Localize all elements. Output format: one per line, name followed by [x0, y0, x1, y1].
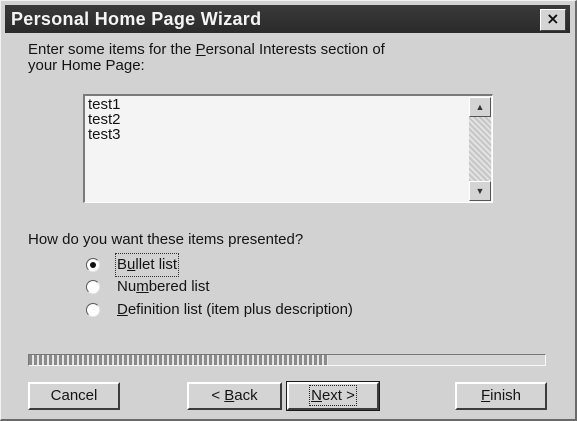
wizard-progress-bar: [28, 354, 546, 366]
label-text: Cancel: [50, 387, 98, 404]
label-accelerator: m: [136, 278, 149, 295]
prompt-text: ersonal Interests section of: [205, 41, 385, 58]
items-prompt: Enter some items for the Personal Intere…: [28, 42, 548, 74]
next-button[interactable]: Next >: [286, 381, 380, 411]
close-icon: ×: [546, 9, 560, 28]
radio-definition-list[interactable]: Definition list (item plus description): [86, 300, 353, 320]
radio-label: Definition list (item plus description): [117, 300, 353, 320]
radio-button[interactable]: [86, 280, 100, 294]
label-accelerator: B: [224, 387, 235, 404]
prompt-line-1: Enter some items for the Personal Intere…: [28, 42, 548, 58]
close-button[interactable]: ×: [540, 9, 566, 31]
cancel-button[interactable]: Cancel: [28, 382, 120, 410]
button-label: Next >: [309, 385, 357, 406]
label-text: <: [211, 387, 225, 404]
list-item[interactable]: test2: [88, 112, 121, 127]
progress-fill: [29, 355, 329, 365]
label-accelerator: F: [480, 387, 491, 404]
scroll-down-button[interactable]: ▼: [469, 181, 491, 201]
prompt-line-2: your Home Page:: [28, 57, 145, 74]
list-item[interactable]: test3: [88, 127, 121, 142]
prompt-accelerator: P: [195, 41, 206, 58]
label-text: bered list: [148, 278, 210, 295]
scroll-up-button[interactable]: ▲: [469, 97, 491, 117]
label-text: ext >: [321, 387, 355, 404]
label-text: ack: [234, 387, 258, 404]
interests-listbox[interactable]: test1 test2 test3 ▲ ▼: [83, 94, 493, 203]
label-accelerator: N: [311, 387, 322, 404]
arrow-up-icon: ▲: [475, 102, 485, 112]
label-accelerator: D: [117, 301, 128, 318]
back-button[interactable]: < Back: [187, 382, 282, 410]
label-text: B: [117, 256, 128, 273]
label-text: efinition list (item plus description): [127, 301, 353, 318]
radio-label: Numbered list: [117, 277, 210, 297]
button-label: < Back: [211, 387, 257, 404]
window-title: Personal Home Page Wizard: [11, 9, 262, 29]
radio-button[interactable]: [86, 303, 100, 317]
button-label: Finish: [481, 387, 521, 404]
presentation-question: How do you want these items presented?: [28, 231, 304, 248]
prompt-text: Enter some items for the: [28, 41, 196, 58]
radio-numbered-list[interactable]: Numbered list: [86, 277, 210, 297]
radio-label: Bullet list: [114, 253, 180, 277]
radio-button[interactable]: [86, 258, 100, 272]
listbox-scrollbar[interactable]: ▲ ▼: [469, 97, 491, 201]
finish-button[interactable]: Finish: [455, 382, 547, 410]
list-item[interactable]: test1: [88, 97, 121, 112]
wizard-window: Personal Home Page Wizard × Enter some i…: [0, 0, 577, 421]
button-label: Cancel: [51, 387, 98, 404]
radio-bullet-list[interactable]: Bullet list: [86, 253, 180, 277]
listbox-items[interactable]: test1 test2 test3: [88, 97, 121, 142]
arrow-down-icon: ▼: [475, 186, 485, 196]
label-text: llet list: [135, 256, 178, 273]
title-bar[interactable]: Personal Home Page Wizard ×: [5, 5, 570, 33]
label-text: Nu: [117, 278, 137, 295]
label-text: inish: [490, 387, 522, 404]
